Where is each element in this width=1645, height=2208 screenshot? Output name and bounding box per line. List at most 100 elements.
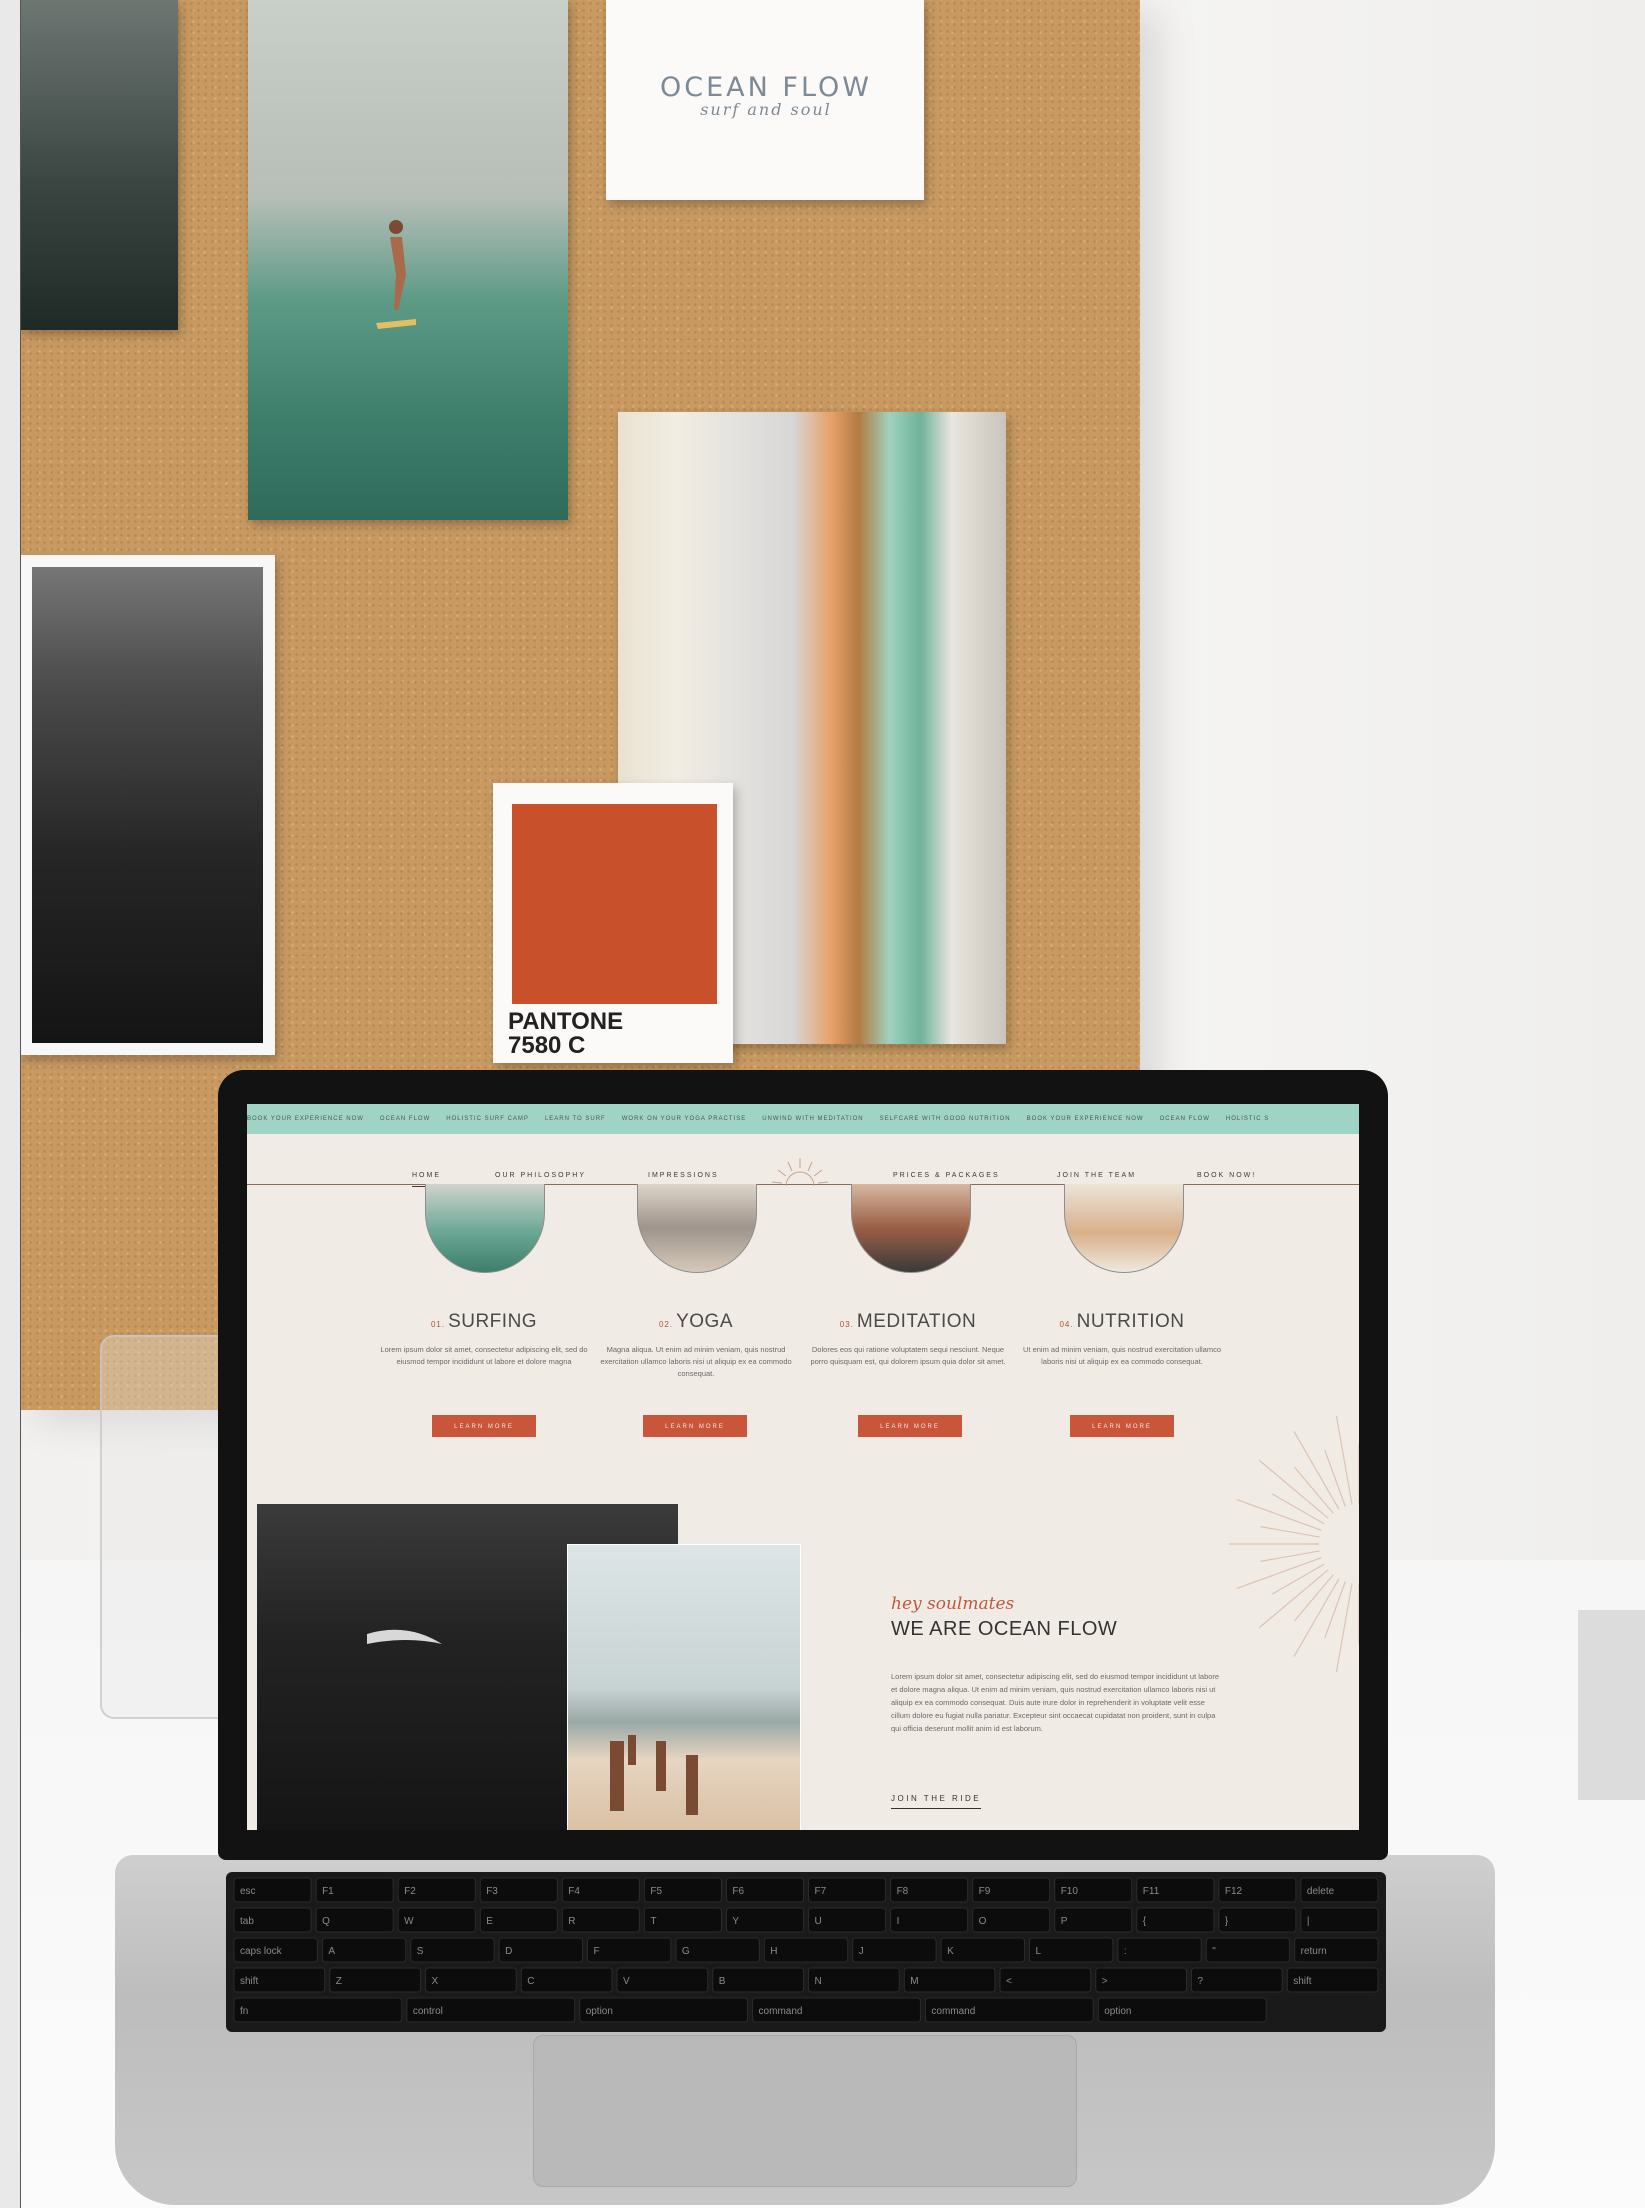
- keyboard-key[interactable]: B: [712, 1967, 804, 1993]
- keyboard-key[interactable]: :: [1117, 1937, 1202, 1963]
- keyboard-key[interactable]: F5: [643, 1877, 722, 1903]
- svg-text:F4: F4: [568, 1886, 580, 1897]
- keyboard-key[interactable]: F9: [972, 1877, 1051, 1903]
- keyboard-key[interactable]: F2: [397, 1877, 476, 1903]
- keyboard-key[interactable]: shift: [1286, 1967, 1379, 1993]
- ticker-item: OCEAN FLOW: [1159, 1116, 1210, 1122]
- keyboard-key[interactable]: {: [1136, 1907, 1215, 1933]
- keyboard-key[interactable]: F4: [561, 1877, 640, 1903]
- keyboard-key[interactable]: command: [752, 1997, 921, 2023]
- keyboard-key[interactable]: F7: [808, 1877, 887, 1903]
- nav-impressions[interactable]: IMPRESSIONS: [648, 1172, 719, 1179]
- keyboard-key[interactable]: G: [675, 1937, 760, 1963]
- keyboard-key[interactable]: A: [321, 1937, 407, 1963]
- keyboard-key[interactable]: S: [410, 1937, 495, 1963]
- keyboard-key[interactable]: }: [1218, 1907, 1297, 1933]
- keyboard-key[interactable]: ?: [1191, 1967, 1283, 1993]
- keyboard-key[interactable]: >: [1095, 1967, 1187, 1993]
- learn-more-meditation-button[interactable]: LEARN MORE: [858, 1415, 962, 1437]
- nav-prices-packages[interactable]: PRICES & PACKAGES: [893, 1172, 1000, 1179]
- ticker-item: UNWIND WITH MEDITATION: [762, 1116, 864, 1122]
- keyboard-key[interactable]: Z: [329, 1967, 421, 1993]
- keyboard-key[interactable]: F3: [479, 1877, 558, 1903]
- nav-join-the-team[interactable]: JOIN THE TEAM: [1057, 1172, 1136, 1179]
- keyboard-key[interactable]: |: [1300, 1907, 1379, 1933]
- svg-text:Z: Z: [336, 1976, 342, 1987]
- svg-text:P: P: [1061, 1916, 1068, 1927]
- service-title-surfing: 01. SURFING: [430, 1311, 538, 1332]
- logo-card-title: OCEAN FLOW: [660, 72, 872, 103]
- nav-our-philosophy[interactable]: OUR PHILOSOPHY: [495, 1172, 586, 1179]
- keyboard-key[interactable]: return: [1294, 1937, 1379, 1963]
- keyboard-key[interactable]: N: [808, 1967, 900, 1993]
- keyboard-key[interactable]: F10: [1054, 1877, 1133, 1903]
- keyboard-key[interactable]: W: [397, 1907, 476, 1933]
- sun-logo-icon[interactable]: [770, 1156, 830, 1186]
- service-desc-yoga: Magna aliqua. Ut enim ad minim veniam, q…: [600, 1345, 792, 1378]
- keyboard-key[interactable]: F8: [890, 1877, 969, 1903]
- svg-text:command: command: [931, 2006, 975, 2017]
- service-desc-surfing: Lorem ipsum dolor sit amet, consectetur …: [380, 1345, 588, 1366]
- svg-text:F12: F12: [1225, 1886, 1243, 1897]
- keyboard-key[interactable]: Y: [725, 1907, 804, 1933]
- yoga-image: [637, 1184, 757, 1273]
- nav-book-now[interactable]: BOOK NOW!: [1197, 1172, 1256, 1179]
- keyboard-key[interactable]: shift: [233, 1967, 326, 1993]
- surfer-figure: [376, 220, 416, 329]
- keyboard-key[interactable]: option: [579, 1997, 749, 2023]
- keyboard-key[interactable]: F12: [1218, 1877, 1297, 1903]
- keyboard-key[interactable]: P: [1054, 1907, 1133, 1933]
- svg-text:F2: F2: [404, 1886, 416, 1897]
- keyboard-key[interactable]: option: [1097, 1997, 1267, 2023]
- keyboard-key[interactable]: command: [924, 1997, 1094, 2023]
- keyboard-key[interactable]: L: [1028, 1937, 1114, 1963]
- keyboard-key[interactable]: D: [498, 1937, 584, 1963]
- keyboard-key[interactable]: C: [520, 1967, 613, 1993]
- svg-text:>: >: [1102, 1976, 1108, 1987]
- keyboard-key[interactable]: F11: [1136, 1877, 1215, 1903]
- keyboard-key[interactable]: caps lock: [233, 1937, 318, 1963]
- keyboard-key[interactable]: E: [479, 1907, 558, 1933]
- keyboard-key[interactable]: I: [890, 1907, 969, 1933]
- service-desc-meditation: Dolores eos qui ratione voluptatem sequi…: [810, 1345, 1006, 1366]
- nav-home[interactable]: HOME: [412, 1172, 441, 1187]
- keyboard-key[interactable]: R: [561, 1907, 640, 1933]
- keyboard-key[interactable]: F1: [315, 1877, 394, 1903]
- keyboard-key[interactable]: Q: [315, 1907, 394, 1933]
- keyboard-key[interactable]: tab: [233, 1907, 312, 1933]
- keyboard-key[interactable]: <: [999, 1967, 1092, 1993]
- trackpad[interactable]: [533, 2035, 1077, 2187]
- svg-text:F: F: [594, 1946, 600, 1957]
- svg-text:V: V: [623, 1976, 630, 1987]
- svg-text:S: S: [417, 1946, 424, 1957]
- svg-text:caps lock: caps lock: [240, 1946, 283, 1957]
- keyboard-key[interactable]: M: [903, 1967, 996, 1993]
- about-script-heading: hey soulmates: [891, 1594, 1015, 1614]
- keyboard-key[interactable]: F: [587, 1937, 672, 1963]
- keyboard-key[interactable]: K: [940, 1937, 1025, 1963]
- announcement-ticker: BOOK YOUR EXPERIENCE NOW OCEAN FLOW HOLIST…: [247, 1104, 1359, 1134]
- svg-text:F9: F9: [979, 1886, 991, 1897]
- service-title-yoga: 02. YOGA: [658, 1311, 734, 1332]
- keyboard-key[interactable]: control: [406, 1997, 576, 2023]
- svg-text:Q: Q: [322, 1916, 330, 1927]
- keyboard-key[interactable]: V: [616, 1967, 709, 1993]
- keyboard-key[interactable]: U: [808, 1907, 887, 1933]
- svg-text:F6: F6: [732, 1886, 744, 1897]
- keyboard-key[interactable]: T: [643, 1907, 722, 1933]
- keyboard-key[interactable]: O: [972, 1907, 1051, 1933]
- keyboard-key[interactable]: esc: [233, 1877, 312, 1903]
- keyboard-key[interactable]: F6: [725, 1877, 804, 1903]
- keyboard-key[interactable]: fn: [233, 1997, 403, 2023]
- keyboard-key[interactable]: ": [1205, 1937, 1291, 1963]
- sunburst-ray: [1335, 1583, 1353, 1673]
- ticker-item: LEARN TO SURF: [544, 1116, 606, 1122]
- join-the-ride-link[interactable]: JOIN THE RIDE: [891, 1794, 982, 1809]
- keyboard-key[interactable]: X: [425, 1967, 517, 1993]
- sunburst-ray: [1324, 1581, 1346, 1639]
- learn-more-yoga-button[interactable]: LEARN MORE: [643, 1415, 747, 1437]
- learn-more-surfing-button[interactable]: LEARN MORE: [432, 1415, 536, 1437]
- keyboard-key[interactable]: J: [852, 1937, 937, 1963]
- keyboard-key[interactable]: delete: [1300, 1877, 1379, 1903]
- keyboard-key[interactable]: H: [763, 1937, 849, 1963]
